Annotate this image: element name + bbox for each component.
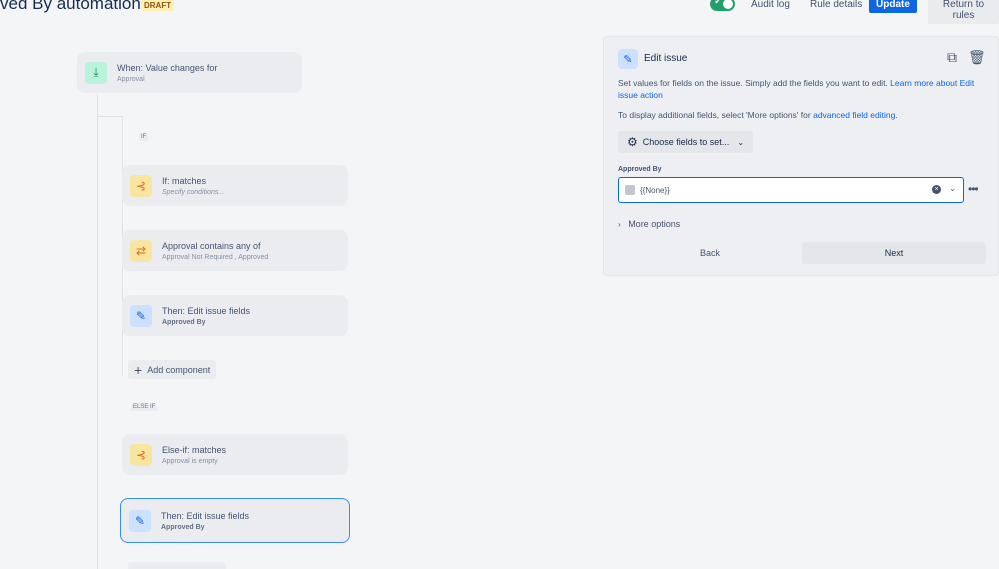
approved-by-value: {{None}}: [640, 185, 670, 195]
else-if-condition-subtitle: Approval is empty: [162, 457, 218, 465]
if-tag: IF: [139, 133, 149, 141]
branch-icon: ⊰: [130, 174, 152, 197]
advanced-field-editing-link[interactable]: advanced field editing: [813, 110, 895, 120]
branch-icon: ⊰: [130, 443, 152, 466]
approval-condition-subtitle: Approval Not Required , Approved: [162, 253, 269, 261]
if-condition-title: If: matches: [162, 175, 207, 186]
then-action-card[interactable]: ✎ Then: Edit issue fields Approved By: [122, 295, 348, 336]
flow-connector: [97, 94, 98, 569]
panel-title: Edit issue: [644, 53, 688, 64]
choose-fields-label: Choose fields to set...: [642, 137, 730, 147]
flow-connector-branch: [97, 116, 123, 117]
description-text: Set values for fields on the issue. Simp…: [618, 78, 888, 88]
trigger-icon: ⤓: [85, 61, 107, 84]
add-component-label: Add component: [147, 364, 211, 375]
chevron-down-icon: ⌄: [737, 137, 745, 147]
trash-icon[interactable]: 🗑: [968, 49, 986, 66]
if-condition-card[interactable]: ⊰ If: matches Specify conditions...: [122, 165, 348, 206]
page-title: ved By automation: [0, 0, 141, 13]
edit-issue-panel: ✎ Edit issue ⧉ 🗑 Set values for fields o…: [603, 36, 999, 276]
approval-condition-card[interactable]: ⇄ Approval contains any of Approval Not …: [122, 230, 348, 271]
then-action-title: Then: Edit issue fields: [162, 305, 251, 316]
approved-by-label: Approved By: [618, 166, 662, 173]
approved-by-select[interactable]: {{None}} × ⌄: [618, 177, 964, 203]
pencil-icon: ✎: [130, 304, 152, 327]
choose-fields-button[interactable]: ⚙ Choose fields to set... ⌄: [618, 131, 754, 153]
check-icon: ✓: [714, 0, 723, 7]
approval-condition-title: Approval contains any of: [162, 240, 261, 251]
toggle-knob: [723, 0, 733, 9]
pencil-icon: ✎: [129, 509, 151, 532]
add-component-button[interactable]: + Add component: [128, 360, 217, 379]
trigger-title: When: Value changes for: [117, 62, 218, 73]
then-action-title: Then: Edit issue fields: [161, 510, 250, 521]
chevron-down-icon[interactable]: ⌄: [949, 184, 956, 193]
enable-toggle[interactable]: ✓: [710, 0, 735, 11]
else-if-tag: ELSE IF: [131, 403, 158, 411]
else-if-condition-title: Else-if: matches: [162, 444, 227, 455]
update-button[interactable]: Update: [869, 0, 917, 13]
plus-icon: +: [134, 361, 143, 378]
description-2-text: To display additional fields, select 'Mo…: [618, 110, 811, 120]
return-to-rules-button[interactable]: Return to rules: [928, 0, 999, 24]
if-condition-subtitle: Specify conditions...: [162, 188, 225, 196]
audit-log-button[interactable]: Audit log: [747, 0, 794, 12]
chevron-right-icon: ›: [618, 220, 621, 229]
description-2-suffix: .: [895, 110, 898, 120]
draft-badge: DRAFT: [141, 0, 175, 11]
panel-description: Set values for fields on the issue. Simp…: [618, 77, 988, 101]
then-action-subtitle: Approved By: [161, 523, 205, 531]
avatar: [625, 185, 635, 195]
trigger-subtitle: Approval: [117, 75, 145, 83]
rule-details-button[interactable]: Rule details: [806, 0, 866, 12]
next-button[interactable]: Next: [802, 242, 986, 264]
more-options-toggle[interactable]: › More options: [618, 219, 680, 229]
copy-icon[interactable]: ⧉: [947, 49, 957, 66]
else-if-condition-card[interactable]: ⊰ Else-if: matches Approval is empty: [122, 434, 348, 475]
shuffle-icon: ⇄: [130, 239, 152, 262]
then-action-subtitle: Approved By: [162, 318, 206, 326]
then-action-card-selected[interactable]: ✎ Then: Edit issue fields Approved By: [120, 498, 350, 543]
gear-icon: ⚙: [627, 135, 638, 149]
clear-icon[interactable]: ×: [932, 185, 941, 194]
more-actions-icon[interactable]: •••: [968, 182, 979, 196]
back-button[interactable]: Back: [618, 242, 802, 264]
add-component-button-partial[interactable]: [128, 562, 226, 569]
trigger-card[interactable]: ⤓ When: Value changes for Approval: [77, 52, 302, 93]
panel-description-2: To display additional fields, select 'Mo…: [618, 110, 898, 120]
more-options-label: More options: [628, 219, 681, 229]
pencil-icon: ✎: [618, 49, 638, 69]
